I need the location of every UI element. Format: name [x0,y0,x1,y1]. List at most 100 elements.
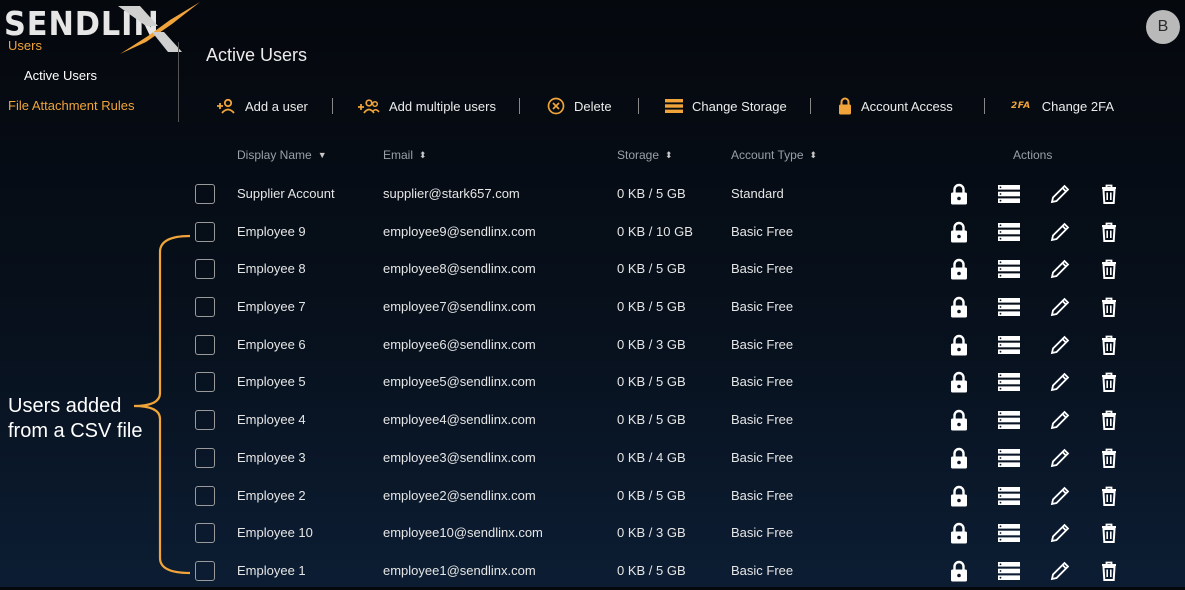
lock-icon[interactable] [947,182,971,206]
account-type-cell: Basic Free [731,299,794,315]
lock-icon[interactable] [947,446,971,470]
account-access-button[interactable]: Account Access [838,94,953,118]
storage-icon[interactable] [997,408,1021,432]
sidebar-item-users[interactable]: Users [8,38,42,53]
lock-icon[interactable] [947,521,971,545]
pencil-icon[interactable] [1048,521,1072,545]
email-header-label: Email [383,148,414,162]
storage-cell: 0 KB / 5 GB [617,412,686,428]
change-2fa-button[interactable]: 2FA Change 2FA [1011,94,1114,118]
lock-icon[interactable] [947,408,971,432]
pencil-icon[interactable] [1048,257,1072,281]
storage-icon[interactable] [997,446,1021,470]
row-checkbox[interactable] [195,259,215,280]
account-type-cell: Standard [731,186,784,201]
toolbar-separator [519,98,520,114]
lock-icon[interactable] [947,333,971,357]
row-checkbox[interactable] [195,523,215,544]
pencil-icon[interactable] [1048,484,1072,508]
account-type-cell: Basic Free [731,374,794,390]
pencil-icon[interactable] [1048,559,1072,583]
lock-icon[interactable] [947,220,971,244]
trash-icon[interactable] [1097,220,1121,244]
lock-icon[interactable] [947,484,971,508]
change-storage-button[interactable]: Change Storage [665,94,787,118]
row-checkbox[interactable] [195,221,215,242]
pencil-icon[interactable] [1048,220,1072,244]
storage-icon [665,99,683,113]
row-checkbox[interactable] [195,447,215,468]
pencil-icon[interactable] [1048,408,1072,432]
trash-icon[interactable] [1097,408,1121,432]
column-header-display-name[interactable]: Display Name ▼ [237,148,327,162]
storage-cell: 0 KB / 5 GB [617,374,686,390]
trash-icon[interactable] [1097,446,1121,470]
delete-button[interactable]: Delete [547,94,612,118]
account-type-cell: Basic Free [731,562,794,578]
account-type-cell: Basic Free [731,525,794,541]
storage-cell: 0 KB / 5 GB [617,487,686,503]
trash-icon[interactable] [1097,370,1121,394]
sort-icon: ⬍ [419,149,427,160]
pencil-icon[interactable] [1048,446,1072,470]
storage-icon[interactable] [997,370,1021,394]
storage-icon[interactable] [997,333,1021,357]
trash-icon[interactable] [1097,559,1121,583]
add-user-button[interactable]: Add a user [216,94,308,118]
row-checkbox[interactable] [195,410,215,431]
column-header-email[interactable]: Email ⬍ [383,148,427,162]
lock-icon[interactable] [947,370,971,394]
pencil-icon[interactable] [1048,182,1072,206]
toolbar-separator [332,98,333,114]
email-cell: employee7@sendlinx.com [383,299,536,315]
storage-icon[interactable] [997,182,1021,206]
row-checkbox[interactable] [195,334,215,355]
annotation-text: Users added from a CSV file [8,394,142,444]
storage-icon[interactable] [997,220,1021,244]
lock-icon[interactable] [947,559,971,583]
storage-icon[interactable] [997,521,1021,545]
lock-icon[interactable] [947,295,971,319]
email-cell: employee5@sendlinx.com [383,374,536,390]
display-name-cell: Employee 3 [237,449,306,465]
add-multiple-users-button[interactable]: Add multiple users [358,94,496,118]
delete-label: Delete [574,98,612,114]
pencil-icon[interactable] [1048,295,1072,319]
column-header-account-type[interactable]: Account Type ⬍ [731,148,817,162]
page-title: Active Users [206,45,308,65]
row-checkbox[interactable] [195,297,215,318]
sidebar-item-active-users[interactable]: Active Users [24,68,97,83]
trash-icon[interactable] [1097,333,1121,357]
row-checkbox[interactable] [195,372,215,393]
pencil-icon[interactable] [1048,333,1072,357]
annotation-line-1: Users added [8,395,122,417]
row-checkbox[interactable] [195,560,215,581]
avatar[interactable]: B [1146,10,1180,44]
trash-icon[interactable] [1097,521,1121,545]
display-name-header-label: Display Name [237,148,312,162]
row-checkbox[interactable] [195,485,215,506]
trash-icon[interactable] [1097,295,1121,319]
storage-icon[interactable] [997,295,1021,319]
storage-icon[interactable] [997,484,1021,508]
trash-icon[interactable] [1097,257,1121,281]
row-checkbox[interactable] [195,184,215,204]
display-name-cell: Employee 8 [237,261,306,277]
display-name-cell: Employee 9 [237,223,306,239]
display-name-cell: Employee 1 [237,562,306,578]
storage-cell: 0 KB / 4 GB [617,449,686,465]
add-multiple-users-icon [358,99,380,114]
email-cell: supplier@stark657.com [383,186,520,201]
storage-icon[interactable] [997,559,1021,583]
column-header-storage[interactable]: Storage ⬍ [617,148,673,162]
delete-circle-icon [547,97,565,115]
toolbar-separator [984,98,985,114]
display-name-cell: Employee 4 [237,412,306,428]
trash-icon[interactable] [1097,182,1121,206]
storage-cell: 0 KB / 5 GB [617,562,686,578]
email-cell: employee6@sendlinx.com [383,336,536,352]
pencil-icon[interactable] [1048,370,1072,394]
lock-icon[interactable] [947,257,971,281]
trash-icon[interactable] [1097,484,1121,508]
storage-icon[interactable] [997,257,1021,281]
